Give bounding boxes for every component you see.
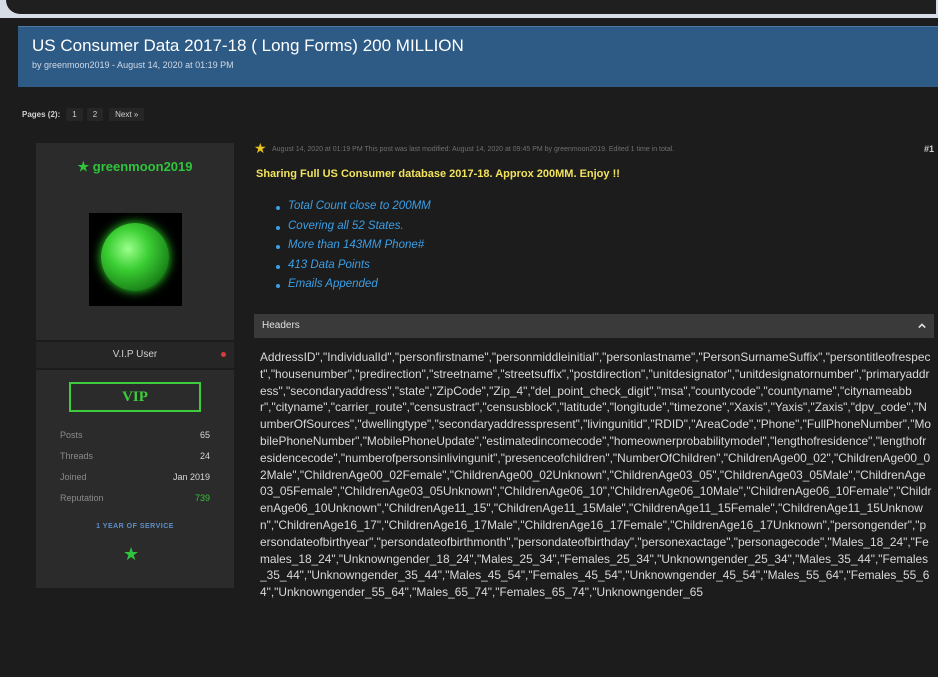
service-award-label: 1 YEAR OF SERVICE bbox=[96, 523, 174, 530]
moon-avatar-image bbox=[101, 223, 169, 291]
post-meta-bar: ★ August 14, 2020 at 01:19 PM This post … bbox=[254, 140, 934, 157]
username-link[interactable]: ★ greenmoon2019 bbox=[36, 159, 234, 175]
list-item: Covering all 52 States. bbox=[276, 220, 431, 240]
stat-row-reputation: Reputation 739 bbox=[60, 493, 210, 503]
stat-label: Posts bbox=[60, 430, 83, 440]
thread-title: US Consumer Data 2017-18 ( Long Forms) 2… bbox=[32, 36, 464, 55]
pagination-label: Pages (2): bbox=[22, 109, 61, 119]
stat-label: Joined bbox=[60, 472, 87, 482]
list-item: 413 Data Points bbox=[276, 259, 431, 279]
list-item: Total Count close to 200MM bbox=[276, 200, 431, 220]
page-link-1[interactable]: 1 bbox=[66, 107, 83, 121]
headers-label: Headers bbox=[262, 320, 300, 331]
post-headline: Sharing Full US Consumer database 2017-1… bbox=[256, 168, 620, 180]
star-icon: ★ bbox=[123, 544, 140, 564]
user-stats-panel: VIP Posts 65 Threads 24 Joined Jan 2019 … bbox=[36, 370, 234, 588]
stat-value: 65 bbox=[199, 430, 210, 440]
chevron-up-icon[interactable] bbox=[918, 322, 926, 330]
page-link-2[interactable]: 2 bbox=[86, 107, 104, 121]
stat-label: Reputation bbox=[60, 493, 104, 503]
feature-list: Total Count close to 200MM Covering all … bbox=[276, 200, 431, 298]
list-item: More than 143MM Phone# bbox=[276, 239, 431, 259]
user-role: V.I.P User bbox=[112, 349, 158, 360]
star-icon: ★ bbox=[254, 140, 267, 156]
post-number-link[interactable]: #1 bbox=[924, 144, 934, 154]
stat-row-threads: Threads 24 bbox=[60, 451, 210, 461]
next-page-link[interactable]: Next » bbox=[109, 107, 145, 121]
reputation-value-link[interactable]: 739 bbox=[195, 493, 210, 503]
list-item: Emails Appended bbox=[276, 278, 431, 298]
stat-value: 24 bbox=[199, 451, 210, 461]
headers-spoiler-toggle[interactable]: Headers bbox=[254, 314, 934, 338]
post-meta-text: August 14, 2020 at 01:19 PM This post wa… bbox=[272, 146, 675, 153]
thread-byline: by greenmoon2019 - August 14, 2020 at 01… bbox=[32, 60, 234, 70]
avatar[interactable] bbox=[89, 213, 182, 306]
vip-badge: VIP bbox=[69, 382, 201, 412]
stat-row-posts: Posts 65 bbox=[60, 430, 210, 440]
headers-content: AddressID","IndividualId","personfirstna… bbox=[260, 350, 932, 600]
pagination: Pages (2): 1 2 Next » bbox=[22, 106, 148, 122]
window-top-edge bbox=[0, 0, 938, 18]
offline-status-dot bbox=[221, 352, 226, 357]
stat-value: Jan 2019 bbox=[172, 472, 210, 482]
stat-row-joined: Joined Jan 2019 bbox=[60, 472, 210, 482]
window-top-frame bbox=[6, 0, 936, 14]
user-profile-panel: ★ greenmoon2019 bbox=[36, 143, 234, 340]
stat-label: Threads bbox=[60, 451, 94, 461]
thread-header: US Consumer Data 2017-18 ( Long Forms) 2… bbox=[18, 26, 938, 87]
user-role-bar: V.I.P User bbox=[36, 342, 234, 368]
